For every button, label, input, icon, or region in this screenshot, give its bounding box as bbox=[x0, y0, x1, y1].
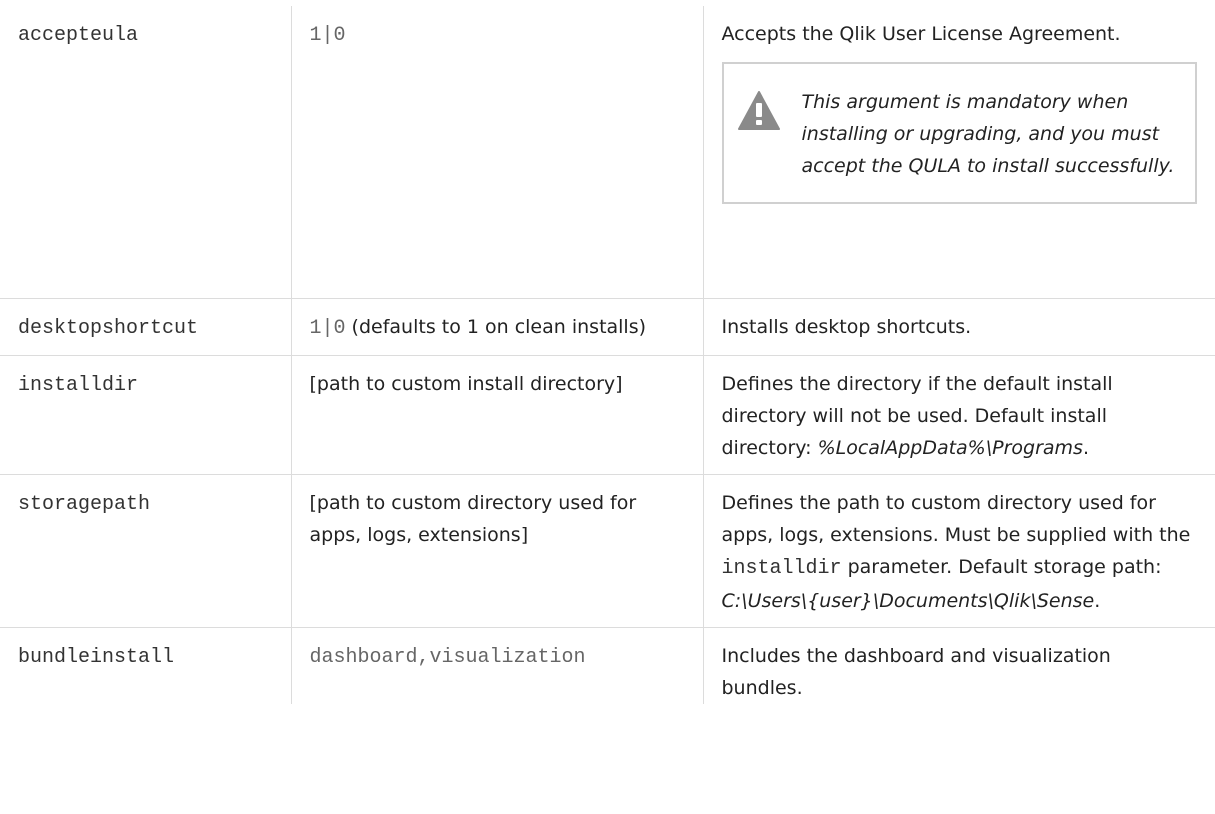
parameter-value: [path to custom install directory] bbox=[309, 373, 623, 395]
parameter-name: accepteula bbox=[18, 24, 139, 47]
parameter-value: [path to custom directory used for apps,… bbox=[309, 492, 637, 546]
parameter-description-cell: Accepts the Qlik User License Agreement.… bbox=[702, 6, 1215, 299]
parameter-value-cell: dashboard,visualization bbox=[290, 627, 704, 704]
warning-note: This argument is mandatory when installi… bbox=[721, 62, 1197, 204]
parameters-table: accepteula 1|0 Accepts the Qlik User Lic… bbox=[0, 6, 1215, 704]
warning-icon bbox=[737, 90, 780, 142]
parameter-name: installdir bbox=[18, 374, 139, 397]
table-row: installdir [path to custom install direc… bbox=[0, 355, 1215, 475]
parameter-name-cell: storagepath bbox=[0, 474, 292, 628]
parameter-description: Accepts the Qlik User License Agreement. bbox=[721, 23, 1121, 45]
warning-note-text: This argument is mandatory when installi… bbox=[801, 91, 1175, 177]
parameter-name: bundleinstall bbox=[18, 646, 175, 669]
parameter-name-cell: accepteula bbox=[0, 6, 292, 299]
parameter-name-cell: installdir bbox=[0, 355, 292, 475]
table-row: bundleinstall dashboard,visualization In… bbox=[0, 627, 1215, 704]
table-row: storagepath [path to custom directory us… bbox=[0, 474, 1215, 628]
parameter-value-cell: 1|0 bbox=[290, 6, 704, 299]
parameter-description: Installs desktop shortcuts. bbox=[721, 316, 972, 338]
parameter-name-cell: bundleinstall bbox=[0, 627, 292, 704]
parameter-value-cell: 1|0 (defaults to 1 on clean installs) bbox=[290, 298, 704, 356]
default-install-directory: %LocalAppData%\Programs bbox=[817, 437, 1083, 459]
parameter-value-code: 1|0 bbox=[309, 317, 346, 340]
parameter-value-cell: [path to custom install directory] bbox=[290, 355, 704, 475]
parameter-description-mid: parameter. Default storage path: bbox=[841, 556, 1162, 578]
parameter-name-cell: desktopshortcut bbox=[0, 298, 292, 356]
parameter-description-cell: Defines the directory if the default ins… bbox=[702, 355, 1215, 475]
description-end: . bbox=[1082, 437, 1089, 459]
parameter-description-cell: Defines the path to custom directory use… bbox=[702, 474, 1215, 628]
inline-code-installdir: installdir bbox=[721, 557, 842, 580]
parameter-value: dashboard,visualization bbox=[309, 646, 586, 669]
default-storage-path: C:\Users\{user}\Documents\Qlik\Sense bbox=[721, 590, 1095, 612]
parameter-description: Defines the path to custom directory use… bbox=[721, 492, 1191, 546]
table-row: desktopshortcut 1|0 (defaults to 1 on cl… bbox=[0, 298, 1215, 356]
parameter-description-cell: Includes the dashboard and visualization… bbox=[702, 627, 1215, 704]
parameter-value: 1|0 bbox=[309, 24, 346, 47]
parameter-name: desktopshortcut bbox=[18, 317, 199, 340]
parameter-name: storagepath bbox=[18, 493, 151, 516]
description-end: . bbox=[1094, 590, 1101, 612]
table-row: accepteula 1|0 Accepts the Qlik User Lic… bbox=[0, 6, 1215, 299]
parameter-value-cell: [path to custom directory used for apps,… bbox=[290, 474, 704, 628]
parameter-value-text: (defaults to 1 on clean installs) bbox=[345, 316, 647, 338]
parameter-description: Includes the dashboard and visualization… bbox=[721, 645, 1111, 699]
parameter-description-cell: Installs desktop shortcuts. bbox=[702, 298, 1215, 356]
